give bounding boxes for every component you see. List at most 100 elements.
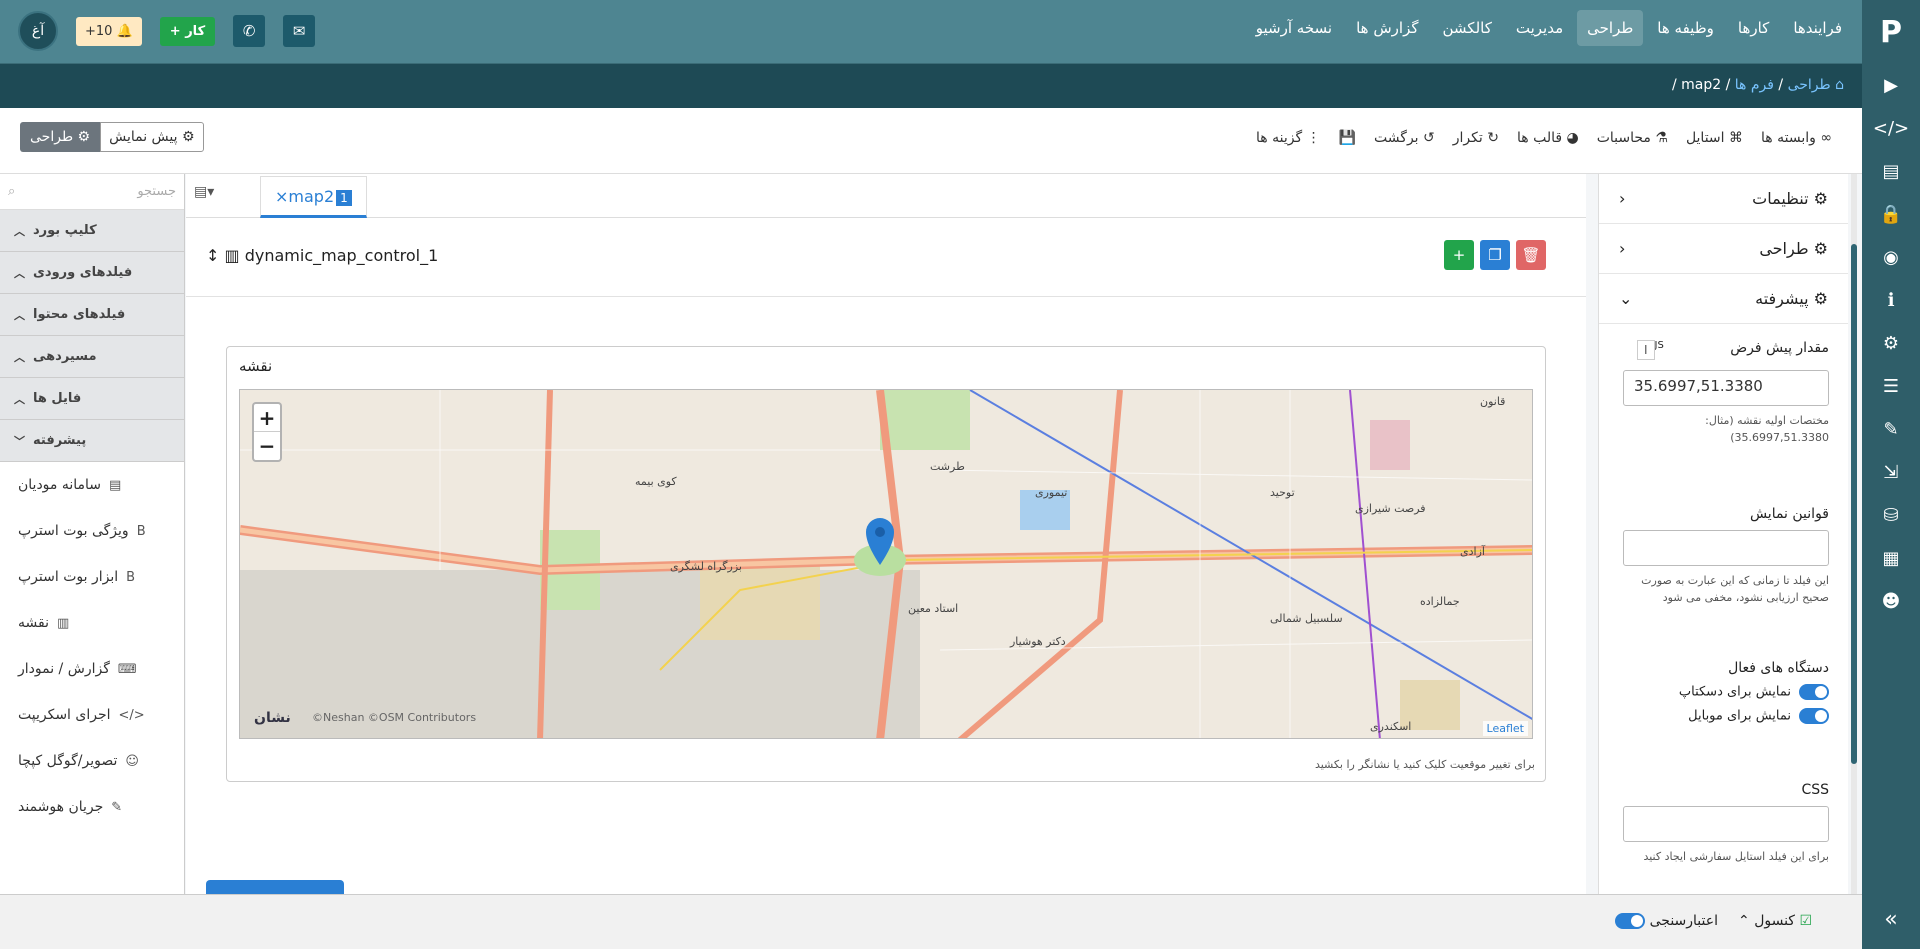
form-tabs: ▤▾ ×map2 1 — [186, 174, 1586, 218]
dependencies-button[interactable]: ∞ وابسته ها — [1761, 130, 1832, 146]
component-captcha[interactable]: ☺ تصویر/گوگل کپچا — [0, 738, 184, 784]
nav-collection[interactable]: کالکشن — [1432, 10, 1501, 46]
map-title: نقشه — [239, 357, 273, 375]
check-icon: ☑ — [1799, 913, 1812, 929]
form-toolbar: ∞ وابسته ها ⌘ استایل ⚗ محاسبات ◕ قالب ها… — [0, 108, 1862, 174]
breadcrumb-design[interactable]: طراحی — [1788, 77, 1831, 93]
home-icon[interactable]: ⌂ — [1835, 77, 1844, 93]
zoom-in-button[interactable]: + — [254, 404, 280, 432]
section-design[interactable]: ⚙ طراحی ‹ — [1599, 224, 1848, 274]
options-button[interactable]: ⋮ گزینه ها — [1256, 130, 1321, 146]
close-icon[interactable]: × — [275, 187, 288, 206]
section-routing[interactable]: مسیردهی ︿ — [0, 336, 184, 378]
style-button[interactable]: ⌘ استایل — [1686, 130, 1743, 146]
collapse-icon[interactable]: « — [1862, 889, 1920, 949]
nav-reports[interactable]: گزارش ها — [1346, 10, 1428, 46]
section-files[interactable]: فایل ها ︿ — [0, 378, 184, 420]
nav-duties[interactable]: وظیفه ها — [1647, 10, 1724, 46]
tab-map2[interactable]: ×map2 1 — [260, 176, 367, 218]
component-bootstrap-feature[interactable]: B ویژگی بوت استرپ — [0, 508, 184, 554]
design-button[interactable]: طراحی ⚙ — [20, 122, 101, 152]
gear-icon: ⚙ — [1813, 239, 1828, 258]
panel-scrollbar[interactable] — [1851, 174, 1857, 894]
chevron-up-icon: ︿ — [14, 308, 25, 322]
avatar[interactable]: آغ — [18, 11, 58, 51]
save-icon[interactable]: 💾 — [1339, 130, 1356, 146]
map-hint: برای تغییر موقعیت کلیک کنید یا نشانگر را… — [1314, 758, 1535, 771]
component-smart-flow[interactable]: ✎ جریان هوشمند — [0, 784, 184, 830]
submit-button[interactable] — [206, 880, 344, 894]
notifications-button[interactable]: +10 🔔 — [76, 16, 142, 46]
leaflet-attribution[interactable]: Leaflet — [1482, 721, 1528, 736]
info-icon[interactable]: ℹ — [1862, 279, 1920, 322]
nav-archive[interactable]: نسخه آرشیو — [1246, 10, 1342, 46]
section-settings[interactable]: ⚙ تنظیمات ‹ — [1599, 174, 1848, 224]
zoom-control: + − — [252, 402, 282, 462]
section-advanced[interactable]: پیشرفته ﹀ — [0, 420, 184, 462]
file-export-icon[interactable]: ⇲ — [1862, 451, 1920, 494]
gear-icon[interactable]: ⚙ — [1862, 322, 1920, 365]
console-button[interactable]: ☑ کنسول ⌃ — [1738, 913, 1812, 929]
display-rules-label: قوانین نمایش — [1749, 506, 1829, 522]
table-icon[interactable]: ▦ — [1862, 537, 1920, 580]
display-rules-input[interactable] — [1623, 530, 1829, 566]
add-work-button[interactable]: + کار — [159, 16, 216, 46]
mail-button[interactable]: ✉ — [283, 15, 316, 47]
user-circle-icon[interactable]: ◉ — [1862, 236, 1920, 279]
search-input[interactable]: جستجو — [137, 184, 176, 199]
phone-icon: ✆ — [242, 22, 256, 40]
nav-processes[interactable]: فرایندها — [1783, 10, 1852, 46]
robot-icon[interactable]: ☻ — [1862, 580, 1920, 623]
delete-button[interactable]: 🗑 — [1516, 240, 1546, 270]
magic-icon[interactable]: ✎ — [1862, 408, 1920, 451]
validation-toggle[interactable] — [1615, 913, 1646, 929]
component-search[interactable]: جستجو ⌕ — [0, 174, 184, 210]
code-icon[interactable]: </> — [1862, 107, 1920, 150]
component-tax-system[interactable]: ▤ سامانه مودیان — [0, 462, 184, 508]
nav-tasks[interactable]: کارها — [1728, 10, 1779, 46]
preview-button[interactable]: پیش نمایش ⚙ — [100, 122, 204, 152]
copy-button[interactable]: ❐ — [1480, 240, 1510, 270]
desktop-toggle[interactable] — [1799, 684, 1829, 700]
section-input-fields[interactable]: فیلدهای ورودی ︿ — [0, 252, 184, 294]
section-advanced-props[interactable]: ⚙ پیشرفته ⌄ — [1599, 274, 1848, 324]
nav-management[interactable]: مدیریت — [1506, 10, 1573, 46]
map-view[interactable]: بزرگراه لشگری استاد معین تیموری توحید فر… — [239, 389, 1533, 739]
component-run-script[interactable]: </> اجرای اسکریپت — [0, 692, 184, 738]
css-label: CSS — [1801, 782, 1829, 798]
undo-button[interactable]: ↺ برگشت — [1374, 130, 1435, 146]
add-button[interactable]: + — [1444, 240, 1474, 270]
section-content-fields[interactable]: فیلدهای محتوا ︿ — [0, 294, 184, 336]
js-icon[interactable]: JS — [1655, 340, 1664, 351]
lock-icon[interactable]: 🔒 — [1862, 193, 1920, 236]
file-dropdown-icon[interactable]: ▤▾ — [194, 184, 214, 200]
css-input[interactable] — [1623, 806, 1829, 842]
default-value-input[interactable]: 35.6997,51.3380 — [1623, 370, 1829, 406]
document-icon: ▤ — [109, 477, 122, 493]
code-icon: </> — [118, 707, 145, 723]
database-icon[interactable]: ⛁ — [1862, 494, 1920, 537]
validation-toggle-row: اعتبارسنجی — [1607, 913, 1718, 929]
section-clipboard[interactable]: کلیپ بورد ︿ — [0, 210, 184, 252]
breadcrumb-forms[interactable]: فرم ها — [1735, 77, 1774, 93]
nav-design[interactable]: طراحی — [1577, 10, 1644, 46]
default-value-field: مقدار پیش فرض I JS 35.6997,51.3380 مختصات… — [1623, 340, 1829, 446]
component-report-chart[interactable]: ⌨ گزارش / نمودار — [0, 646, 184, 692]
calculations-button[interactable]: ⚗ محاسبات — [1597, 130, 1668, 146]
breadcrumb-current: map2 — [1681, 77, 1722, 93]
list-icon[interactable]: ☰ — [1862, 365, 1920, 408]
redo-button[interactable]: ↻ تکرار — [1453, 130, 1499, 146]
scroll-thumb[interactable] — [1851, 244, 1857, 764]
mobile-toggle[interactable] — [1799, 708, 1829, 724]
text-cursor-icon[interactable]: I — [1637, 340, 1655, 360]
keyboard-icon: ⌨ — [117, 661, 137, 677]
phone-button[interactable]: ✆ — [233, 15, 266, 47]
play-icon[interactable]: ▶ — [1862, 64, 1920, 107]
templates-button[interactable]: ◕ قالب ها — [1517, 130, 1579, 146]
drag-handle-icon[interactable]: ↕ — [206, 246, 219, 265]
zoom-out-button[interactable]: − — [254, 432, 280, 460]
bootstrap-icon: B — [126, 569, 136, 585]
component-bootstrap-tool[interactable]: B ابزار بوت استرپ — [0, 554, 184, 600]
file-icon[interactable]: ▤ — [1862, 150, 1920, 193]
component-map[interactable]: ▥ نقشه — [0, 600, 184, 646]
